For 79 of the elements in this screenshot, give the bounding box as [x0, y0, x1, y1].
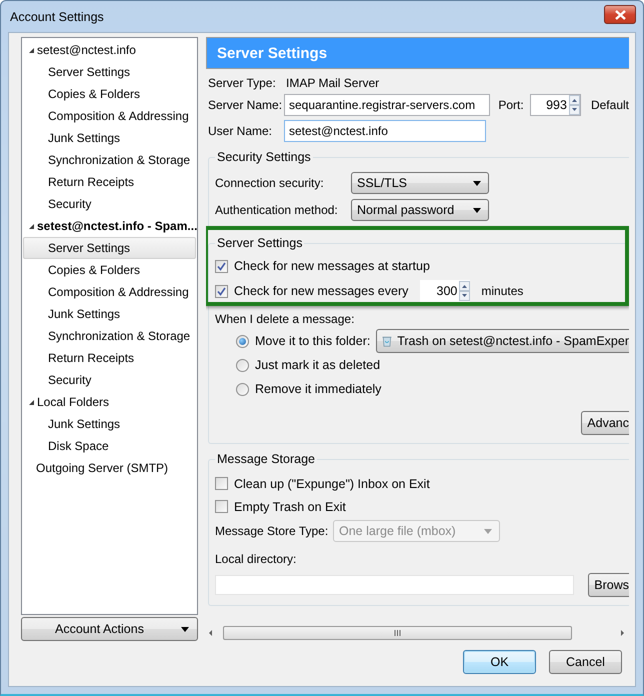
radio-label: Move it to this folder:: [255, 334, 370, 348]
dialog-button[interactable]: Cancel: [549, 650, 622, 674]
unit-label: minutes: [480, 284, 524, 298]
server-name-field[interactable]: sequarantine.registrar-servers.com: [284, 94, 490, 116]
checkmark-icon: [217, 286, 226, 296]
radio-button[interactable]: [236, 334, 249, 348]
tree-item[interactable]: Composition & Addressing: [23, 105, 196, 127]
local-directory-field[interactable]: [215, 575, 574, 595]
panel-header: Server Settings: [206, 37, 629, 69]
caret-icon: [181, 627, 189, 632]
radio-label: Just mark it as deleted: [255, 358, 380, 372]
checkbox-option[interactable]: Empty Trash on Exit: [215, 494, 346, 518]
checkbox-option[interactable]: Check for new messages at startup: [215, 254, 430, 278]
field-label: Server Name:: [207, 98, 284, 112]
tree-item[interactable]: Synchronization & Storage: [23, 325, 196, 347]
dialog-button[interactable]: OK: [463, 650, 536, 674]
tree-item[interactable]: Synchronization & Storage: [23, 149, 196, 171]
delete-label: When I delete a message:: [215, 312, 354, 326]
tree-item[interactable]: Return Receipts: [23, 171, 196, 193]
tree-item[interactable]: Junk Settings: [23, 303, 196, 325]
port-field[interactable]: 993: [530, 94, 581, 116]
scroll-thumb[interactable]: [223, 626, 572, 640]
tree-item[interactable]: Disk Space: [23, 435, 196, 457]
caret-icon: [473, 208, 481, 212]
field-label: Port:: [497, 98, 525, 112]
close-button[interactable]: [604, 5, 636, 24]
dropdown[interactable]: Normal password: [351, 199, 489, 221]
field-label: Authentication method:: [215, 203, 339, 217]
radio-button[interactable]: [236, 382, 249, 396]
field-label: Connection security:: [215, 176, 325, 190]
checkbox-option[interactable]: Check for new messages every: [215, 279, 408, 303]
group-title: Server Settings: [216, 236, 304, 250]
tree-item[interactable]: Security: [23, 193, 196, 215]
expander-icon[interactable]: [27, 46, 36, 54]
tree-item[interactable]: Copies & Folders: [23, 259, 196, 281]
radio-label: Remove it immediately: [255, 382, 382, 396]
group-title: Security Settings: [216, 150, 312, 164]
window-title: Account Settings: [10, 10, 104, 24]
user-name-field[interactable]: setest@nctest.info: [284, 120, 486, 142]
browse-button[interactable]: Brows: [588, 573, 629, 597]
checkbox[interactable]: [215, 477, 228, 490]
caret-icon: [473, 180, 481, 186]
spinner-icon[interactable]: [568, 95, 580, 115]
field-label: Server Type:: [207, 76, 277, 90]
grip-icon: [394, 630, 401, 636]
tree-item[interactable]: Server Settings: [23, 61, 196, 83]
folder-picker[interactable]: Trash on setest@nctest.info - SpamExper: [376, 329, 629, 353]
server-type-value: IMAP Mail Server: [286, 76, 380, 90]
expander-icon[interactable]: [27, 398, 36, 406]
tree-item[interactable]: setest@nctest.info: [23, 39, 196, 61]
dropdown[interactable]: SSL/TLS: [351, 172, 489, 194]
caret-icon: [484, 528, 492, 534]
group-title: Message Storage: [216, 452, 316, 466]
tree-item[interactable]: Composition & Addressing: [23, 281, 196, 303]
checkbox[interactable]: [215, 260, 228, 272]
tree-item[interactable]: setest@nctest.info - Spam...: [23, 215, 196, 237]
default-label: Default: [590, 98, 629, 112]
field-label: User Name:: [207, 124, 274, 138]
checkmark-icon: [217, 262, 226, 270]
field-label: Message Store Type:: [215, 524, 330, 538]
account-actions-button[interactable]: Account Actions: [21, 617, 198, 641]
tree-item[interactable]: Junk Settings: [23, 413, 196, 435]
tree-item[interactable]: Local Folders: [23, 391, 196, 413]
tree-item[interactable]: Security: [23, 369, 196, 391]
spinner-icon[interactable]: [459, 281, 470, 301]
tree-item[interactable]: Server Settings: [23, 237, 196, 259]
tree-item[interactable]: Outgoing Server (SMTP): [23, 457, 196, 479]
radio-button[interactable]: [236, 358, 249, 372]
checkbox-option[interactable]: Clean up ("Expunge") Inbox on Exit: [215, 472, 430, 496]
tree-item[interactable]: Junk Settings: [23, 127, 196, 149]
advanced-button[interactable]: Advanc: [581, 411, 629, 435]
field-label: Local directory:: [215, 552, 296, 566]
interval-field[interactable]: 300: [420, 280, 470, 302]
tree-item[interactable]: Return Receipts: [23, 347, 196, 369]
checkbox[interactable]: [215, 500, 228, 513]
expander-icon[interactable]: [27, 222, 36, 230]
checkbox[interactable]: [215, 284, 228, 298]
tree-item[interactable]: Copies & Folders: [23, 83, 196, 105]
close-icon: [614, 10, 626, 20]
